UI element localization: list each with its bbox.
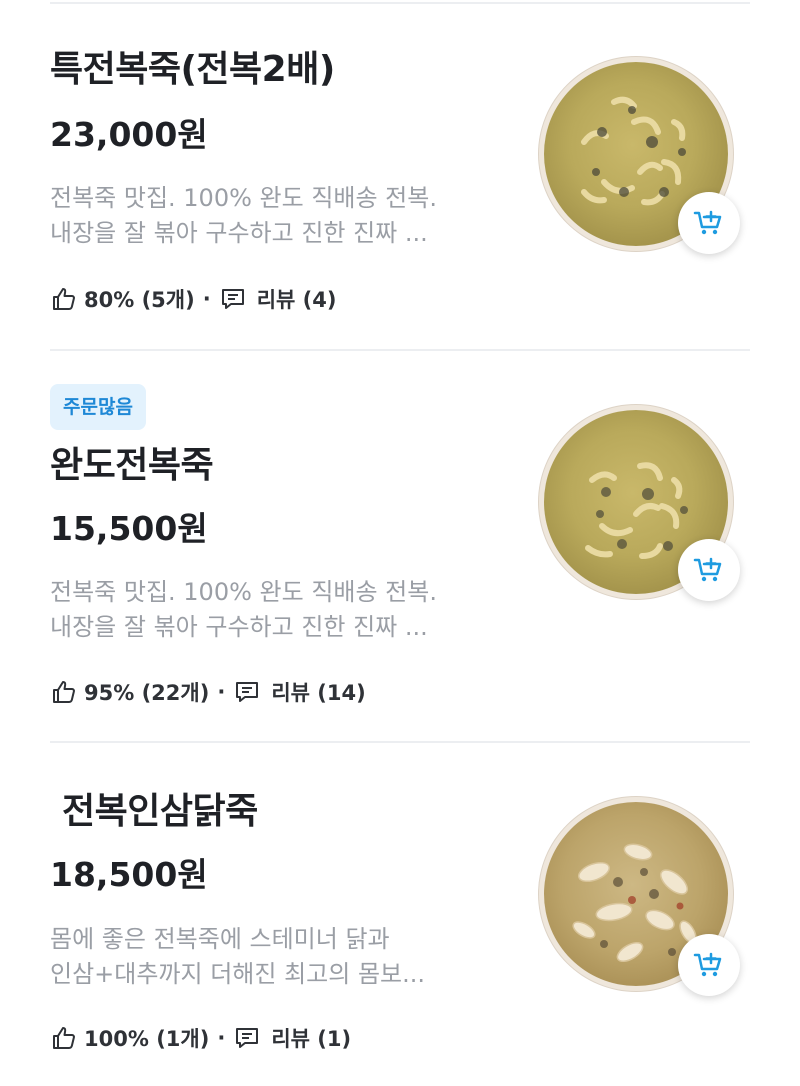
menu-item-description: 전복죽 맛집. 100% 완도 직배송 전복. 내장을 잘 볶아 구수하고 진한… <box>50 181 500 251</box>
description-line: 내장을 잘 볶아 구수하고 진한 진짜 ... <box>50 613 428 641</box>
description-line: 전복죽 맛집. 100% 완도 직배송 전복. <box>50 184 437 212</box>
menu-item[interactable]: 특전복죽(전복2배) 23,000원 전복죽 맛집. 100% 완도 직배송 전… <box>0 0 800 350</box>
menu-item-stats: 95% (22개) · 리뷰 (14) <box>50 677 366 707</box>
menu-item-title: 완도전복죽 <box>50 445 214 486</box>
review-comment-icon <box>233 1024 261 1052</box>
like-rate: 100% (1개) <box>84 1027 210 1051</box>
menu-item[interactable]: 전복인삼닭죽 18,500원 몸에 좋은 전복죽에 스테미너 닭과 인삼+대추까… <box>0 742 800 1086</box>
add-to-cart-icon <box>693 557 722 582</box>
menu-item-title: 전복인삼닭죽 <box>50 791 258 832</box>
menu-item[interactable]: 주문많음 완도전복죽 15,500원 전복죽 맛집. 100% 완도 직배송 전… <box>0 350 800 742</box>
thumbs-up-icon <box>50 1024 78 1052</box>
description-line: 전복죽 맛집. 100% 완도 직배송 전복. <box>50 578 437 606</box>
menu-item-price: 18,500원 <box>50 855 208 894</box>
separator: · <box>217 680 226 704</box>
popular-order-badge: 주문많음 <box>50 384 146 430</box>
separator: · <box>202 287 211 311</box>
thumbs-up-icon <box>50 285 78 313</box>
menu-item-description: 전복죽 맛집. 100% 완도 직배송 전복. 내장을 잘 볶아 구수하고 진한… <box>50 575 500 645</box>
add-to-cart-button[interactable] <box>678 934 740 996</box>
like-rate: 95% (22개) <box>84 681 210 705</box>
add-to-cart-button[interactable] <box>678 192 740 254</box>
menu-item-description: 몸에 좋은 전복죽에 스테미너 닭과 인삼+대추까지 더해진 최고의 몸보... <box>50 922 500 992</box>
add-to-cart-button[interactable] <box>678 539 740 601</box>
menu-item-stats: 100% (1개) · 리뷰 (1) <box>50 1023 351 1053</box>
description-line: 인삼+대추까지 더해진 최고의 몸보... <box>50 960 426 988</box>
thumbs-up-icon <box>50 678 78 706</box>
menu-item-stats: 80% (5개) · 리뷰 (4) <box>50 284 336 314</box>
add-to-cart-icon <box>693 210 722 235</box>
review-count: 리뷰 (4) <box>256 288 337 312</box>
menu-item-title: 특전복죽(전복2배) <box>50 49 335 90</box>
like-rate: 80% (5개) <box>84 288 195 312</box>
menu-item-price: 15,500원 <box>50 509 208 548</box>
description-line: 몸에 좋은 전복죽에 스테미너 닭과 <box>50 925 390 953</box>
review-comment-icon <box>233 678 261 706</box>
separator: · <box>217 1026 226 1050</box>
review-count: 리뷰 (1) <box>271 1027 352 1051</box>
review-count: 리뷰 (14) <box>271 681 366 705</box>
review-comment-icon <box>219 285 247 313</box>
add-to-cart-icon <box>693 952 722 977</box>
description-line: 내장을 잘 볶아 구수하고 진한 진짜 ... <box>50 219 428 247</box>
menu-item-price: 23,000원 <box>50 115 208 154</box>
